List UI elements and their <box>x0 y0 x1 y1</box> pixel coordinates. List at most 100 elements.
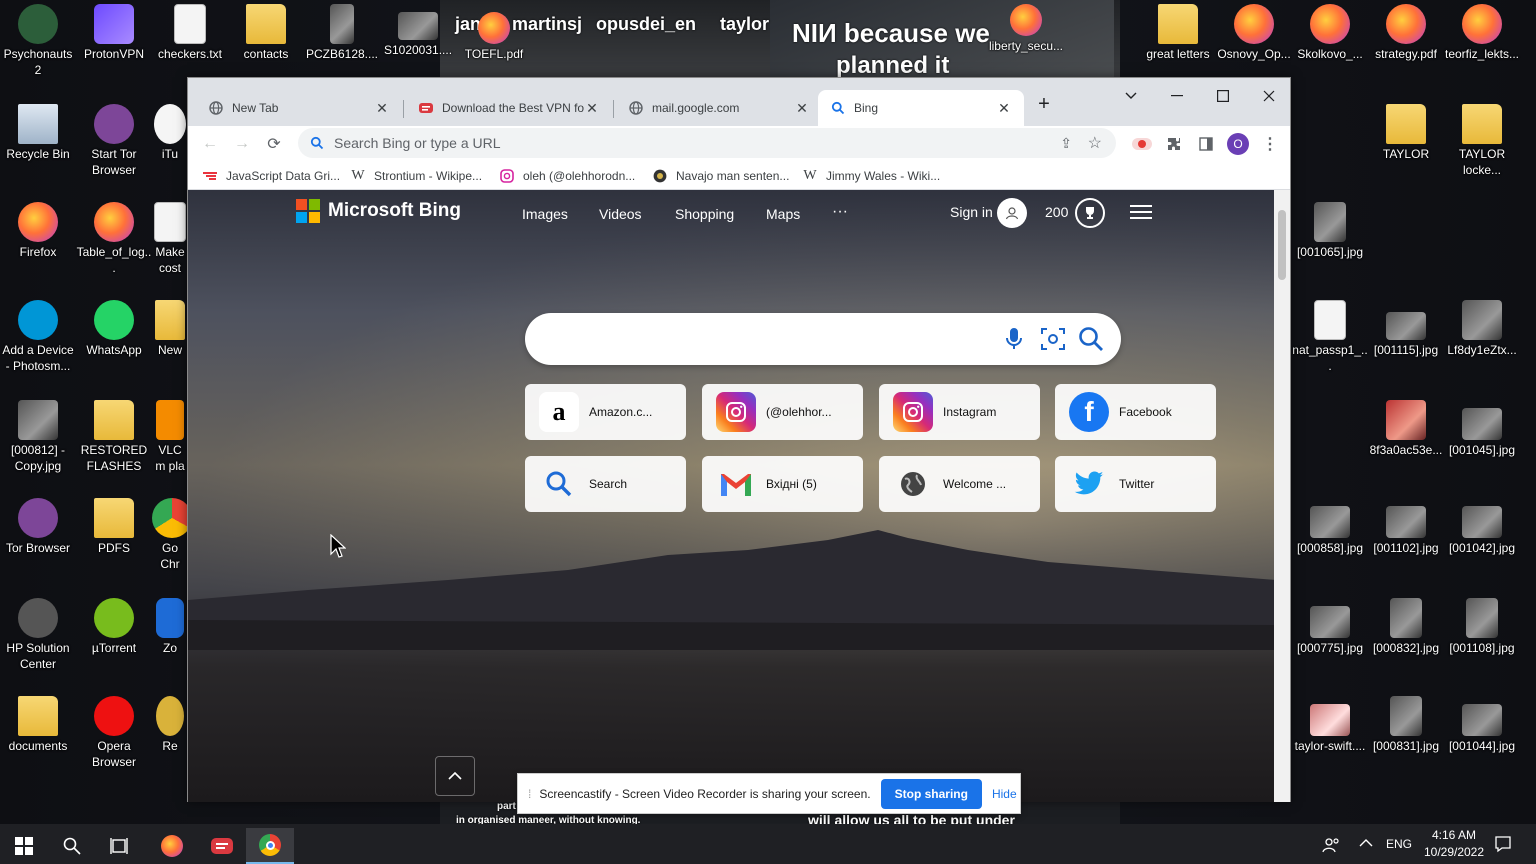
visual-search-icon[interactable] <box>1040 327 1066 354</box>
bookmark-navajo[interactable]: Navajo man senten... <box>652 166 789 186</box>
drag-handle-icon[interactable]: ⁞ <box>528 787 531 801</box>
desktop-icon-whatsapp[interactable]: WhatsApp <box>76 300 152 358</box>
bookmark-strontium[interactable]: W Strontium - Wikipe... <box>350 166 482 186</box>
star-icon[interactable]: ☆ <box>1088 133 1102 153</box>
desktop-icon-000858[interactable]: [000858].jpg <box>1292 498 1368 556</box>
tab-gmail[interactable]: mail.google.com ✕ <box>616 90 822 126</box>
new-tab-button[interactable]: + <box>1028 88 1060 120</box>
microphone-icon[interactable] <box>1005 327 1023 354</box>
desktop-icon-000832[interactable]: [000832].jpg <box>1368 598 1444 656</box>
desktop-icon-documents[interactable]: documents <box>0 696 76 754</box>
clock-date[interactable]: 10/29/2022 <box>1418 845 1490 859</box>
desktop-icon-000831[interactable]: [000831].jpg <box>1368 696 1444 754</box>
rewards-trophy-icon[interactable] <box>1075 198 1105 228</box>
menu-kebab-icon[interactable]: ⋮ <box>1256 130 1284 158</box>
quicklink-facebook[interactable]: f Facebook <box>1055 384 1216 440</box>
bing-nav-more[interactable]: ··· <box>832 203 848 221</box>
bing-nav-images[interactable]: Images <box>522 206 568 222</box>
bing-nav-shopping[interactable]: Shopping <box>675 206 734 222</box>
share-icon[interactable]: ⇪ <box>1060 135 1072 152</box>
scrollbar-thumb[interactable] <box>1278 210 1286 280</box>
desktop-icon-hp-add-device[interactable]: Add a Device - Photosm... <box>0 300 76 374</box>
tab-expressvpn[interactable]: Download the Best VPN fo ✕ <box>406 90 612 126</box>
forward-button[interactable]: → <box>228 130 256 158</box>
bookmark-javascript-data-grid[interactable]: JavaScript Data Gri... <box>202 166 340 186</box>
quicklink-welcome[interactable]: Welcome ... <box>879 456 1040 512</box>
desktop-icon-taylor-swift[interactable]: taylor-swift.... <box>1292 696 1368 754</box>
user-avatar-icon[interactable] <box>997 198 1027 228</box>
tab-search-icon[interactable] <box>1108 80 1154 112</box>
desktop-icon-utorrent[interactable]: µTorrent <box>76 598 152 656</box>
desktop-icon-chrome[interactable]: Go Chr <box>152 498 188 572</box>
desktop-icon-8f3a0[interactable]: 8f3a0ac53e... <box>1368 400 1444 458</box>
hamburger-menu-icon[interactable] <box>1130 204 1152 223</box>
search-submit-icon[interactable] <box>1078 326 1104 355</box>
bing-nav-videos[interactable]: Videos <box>599 206 642 222</box>
quicklink-search[interactable]: Search <box>525 456 686 512</box>
desktop-icon-psychonauts[interactable]: Psychonauts 2 <box>0 4 76 78</box>
reload-button[interactable]: ⟳ <box>260 130 288 158</box>
desktop-icon-checkers[interactable]: checkers.txt <box>152 4 228 62</box>
bing-logo[interactable]: Microsoft Bing <box>296 199 461 223</box>
close-icon[interactable]: ✕ <box>794 100 810 117</box>
desktop-icon-itunes[interactable]: iTu <box>152 104 188 162</box>
bing-search-box[interactable] <box>525 313 1121 365</box>
firefox-icon[interactable] <box>148 828 196 864</box>
quicklink-instagram[interactable]: Instagram <box>879 384 1040 440</box>
show-hidden-icons-chevron-icon[interactable] <box>1359 836 1373 853</box>
tab-bing[interactable]: Bing ✕ <box>818 90 1024 126</box>
desktop-icon-tor-browser[interactable]: Tor Browser <box>0 498 76 556</box>
desktop-icon-zoom[interactable]: Zo <box>152 598 188 656</box>
desktop-icon-nat-passp[interactable]: nat_passp1_... <box>1292 300 1368 374</box>
desktop-icon-table-of-log[interactable]: Table_of_log... <box>76 202 152 276</box>
extensions-icon[interactable] <box>1160 130 1188 158</box>
desktop-icon-pczb[interactable]: PCZB6128.... <box>304 4 380 62</box>
desktop-icon-000775[interactable]: [000775].jpg <box>1292 598 1368 656</box>
desktop-icon-liberty[interactable]: liberty_secu... <box>988 4 1064 54</box>
desktop-icon-firefox[interactable]: Firefox <box>0 202 76 260</box>
desktop-icon-001045[interactable]: [001045].jpg <box>1444 400 1520 458</box>
screencastify-extension-icon[interactable] <box>1128 130 1156 158</box>
bookmark-oleh-instagram[interactable]: oleh (@olehhorodn... <box>499 166 635 186</box>
desktop-icon-opera[interactable]: Opera Browser <box>76 696 152 770</box>
hide-button[interactable]: Hide <box>992 787 1017 801</box>
back-button[interactable]: ← <box>196 130 224 158</box>
desktop-icon-contacts[interactable]: contacts <box>228 4 304 62</box>
desktop-icon-001065[interactable]: [001065].jpg <box>1292 202 1368 260</box>
desktop-icon-pdfs[interactable]: PDFS <box>76 498 152 556</box>
bookmark-jimmy-wales[interactable]: W Jimmy Wales - Wiki... <box>802 166 940 186</box>
desktop-icon-start-tor[interactable]: Start Tor Browser <box>76 104 152 178</box>
desktop-icon-recycle-bin[interactable]: Recycle Bin <box>0 104 76 162</box>
close-window-button[interactable] <box>1246 80 1292 112</box>
desktop-icon-new[interactable]: New <box>152 300 188 358</box>
desktop-icon-001108[interactable]: [001108].jpg <box>1444 598 1520 656</box>
page-scrollbar[interactable] <box>1274 190 1290 802</box>
quicklink-twitter[interactable]: Twitter <box>1055 456 1216 512</box>
side-panel-icon[interactable] <box>1192 130 1220 158</box>
desktop-icon-vlc[interactable]: VLC m pla <box>152 400 188 474</box>
desktop-icon-000812[interactable]: [000812] - Copy.jpg <box>0 400 76 474</box>
sign-in-link[interactable]: Sign in <box>950 204 993 220</box>
stop-sharing-button[interactable]: Stop sharing <box>880 778 982 809</box>
close-icon[interactable]: ✕ <box>584 100 600 117</box>
people-icon[interactable] <box>1322 836 1340 857</box>
desktop-icon-taylor-locke[interactable]: TAYLOR locke... <box>1444 104 1520 178</box>
desktop-icon-protonvpn[interactable]: ProtonVPN <box>76 4 152 62</box>
start-button[interactable] <box>0 828 48 864</box>
profile-avatar[interactable]: O <box>1224 130 1252 158</box>
task-view-icon[interactable] <box>96 828 144 864</box>
desktop-icon-strategy[interactable]: strategy.pdf <box>1368 4 1444 62</box>
clock-time[interactable]: 4:16 AM <box>1424 828 1484 842</box>
quicklink-gmail[interactable]: Вхідні (5) <box>702 456 863 512</box>
desktop-icon-osnovy[interactable]: Osnovy_Op... <box>1216 4 1292 62</box>
desktop-icon-re[interactable]: Re <box>152 696 188 754</box>
desktop-icon-restored-flashes[interactable]: RESTORED FLASHES <box>76 400 152 474</box>
close-icon[interactable]: ✕ <box>996 100 1012 117</box>
tab-new-tab[interactable]: New Tab ✕ <box>196 90 402 126</box>
desktop-icon-s1020031[interactable]: S1020031.... <box>380 4 456 58</box>
desktop-icon-teorfiz[interactable]: teorfiz_lekts... <box>1444 4 1520 62</box>
address-bar[interactable]: Search Bing or type a URL ⇪ ☆ <box>298 128 1116 158</box>
desktop-icon-001102[interactable]: [001102].jpg <box>1368 498 1444 556</box>
desktop-icon-make-cost[interactable]: Make cost <box>152 202 188 276</box>
desktop-icon-hp-solution-center[interactable]: HP Solution Center <box>0 598 76 672</box>
